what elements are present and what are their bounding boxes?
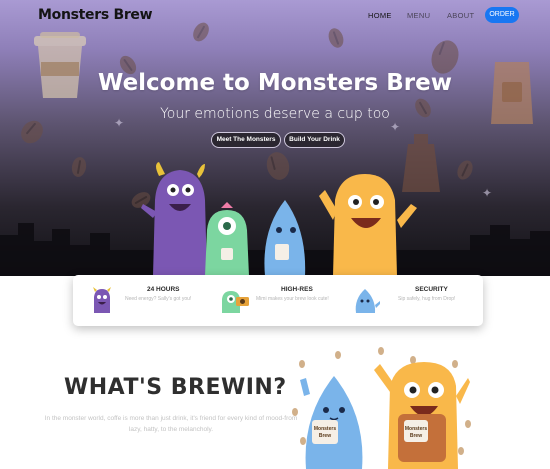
features-card: 24 HOURS Need energy? Sally's got you! H… (73, 275, 483, 326)
brewin-description: In the monster world, coffe is more than… (44, 415, 298, 433)
coffee-bean-icon (70, 155, 88, 179)
coffee-bean-dot (292, 408, 298, 416)
purple-monster-icon (93, 287, 111, 313)
svg-text:Monsters: Monsters (405, 426, 427, 432)
svg-text:Brew: Brew (319, 433, 331, 439)
monsters-with-coffee-illustration: Monsters Brew Monsters Brew (300, 362, 470, 469)
brand-logo[interactable]: Monsters Brew (38, 7, 153, 23)
build-drink-button[interactable]: Build Your Drink (284, 132, 345, 148)
nav-link-home[interactable]: HOME (368, 11, 392, 20)
top-nav: Monsters Brew HOME MENU ABOUT ORDER (0, 0, 550, 32)
feature-24-hours: 24 HOURS Need energy? Sally's got you! (91, 275, 211, 326)
blue-monster-icon (355, 289, 380, 313)
order-button[interactable]: ORDER (485, 7, 519, 23)
feature-text: Mimi makes your brew look cute! (256, 296, 329, 302)
feature-security: SECURITY Sip safely, hug from Drop! (353, 275, 478, 326)
nav-link-menu[interactable]: MENU (407, 11, 430, 20)
meet-monsters-button[interactable]: Meet The Monsters (211, 132, 281, 148)
monsters-group-illustration (141, 162, 417, 276)
coffee-bean-icon (454, 157, 476, 183)
feature-high-res: HIGH-RES Mimi makes your brew look cute! (220, 275, 340, 326)
sparkle-icon: ✦ (482, 186, 493, 200)
feature-text: Need energy? Sally's got you! (125, 296, 192, 302)
svg-text:Brew: Brew (410, 433, 422, 439)
hero-subtitle: Your emotions deserve a cup too (160, 106, 390, 122)
feature-text: Sip safely, hug from Drop! (398, 296, 456, 302)
hero-section: ✦ ✦ ✦ Monsters Brew HOME MENU ABOUT ORDE… (0, 0, 550, 276)
coffee-bean-dot (378, 347, 384, 355)
brewin-title: WHAT'S BREWIN? (64, 375, 287, 400)
nav-link-about[interactable]: ABOUT (447, 11, 474, 20)
feature-title: SECURITY (415, 286, 448, 293)
svg-text:Monsters: Monsters (314, 426, 336, 432)
feature-title: HIGH-RES (281, 286, 313, 293)
green-monster-camera-icon (222, 291, 249, 313)
hero-title: Welcome to Monsters Brew (98, 70, 452, 96)
sparkle-icon: ✦ (390, 120, 401, 134)
feature-title: 24 HOURS (147, 286, 180, 293)
